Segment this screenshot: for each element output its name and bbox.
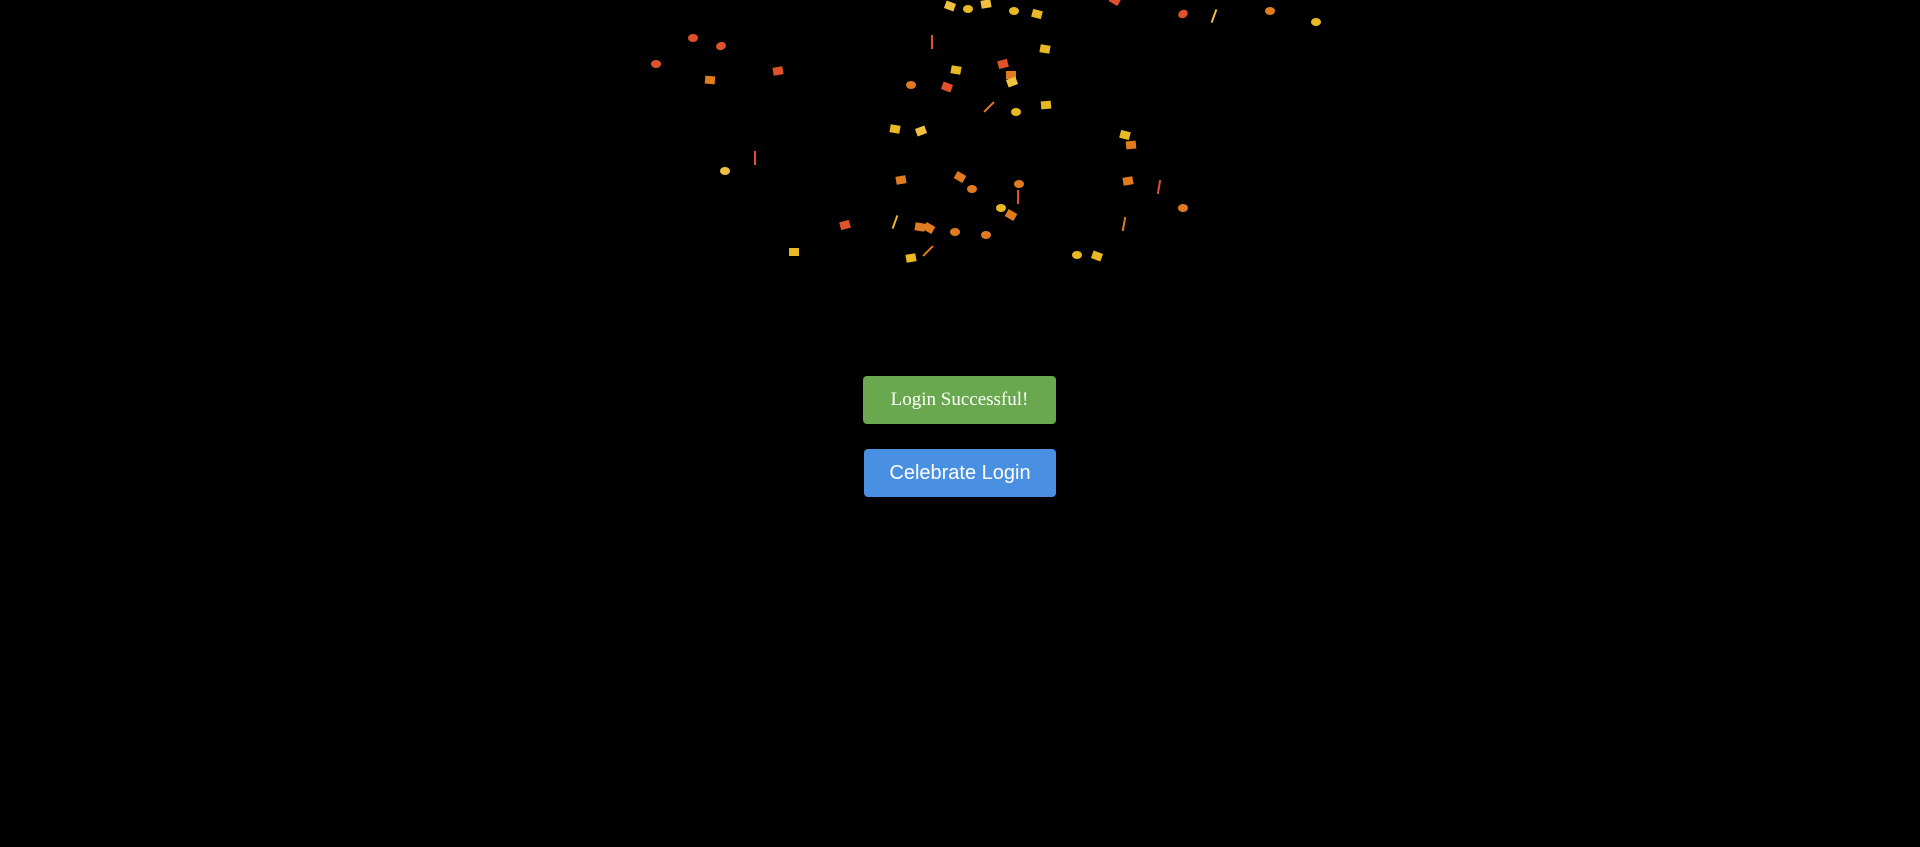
confetti-square [940,81,954,93]
confetti-dot [688,34,698,42]
confetti-square [1005,76,1019,88]
confetti-streamer [922,245,934,257]
confetti-dot [1014,180,1024,188]
confetti-square [953,171,967,183]
confetti-dot [1265,7,1275,15]
confetti-square [1031,8,1043,20]
confetti-dot [1011,108,1021,116]
confetti-dot [906,81,916,89]
confetti-square [1108,0,1122,6]
confetti-dot [1178,9,1188,19]
confetti-streamer [983,101,995,113]
confetti-square [914,222,926,232]
celebration-page: Login Successful! Celebrate Login [0,0,1920,847]
confetti-streamer [1121,216,1127,232]
confetti-square [980,0,992,9]
confetti-square [1119,129,1131,141]
confetti-square [905,253,917,263]
confetti-square [1004,209,1018,221]
confetti-square [772,66,784,76]
confetti-dot [1178,204,1188,212]
confetti-square [839,219,851,231]
confetti-dot [981,231,991,239]
confetti-streamer [931,35,933,49]
confetti-square [889,124,901,134]
confetti-streamer [1017,190,1019,204]
confetti-streamer [1210,9,1218,23]
confetti-square [997,58,1009,70]
confetti-square [950,65,962,75]
confetti-dot [651,60,661,68]
confetti-square [1122,176,1134,186]
confetti-square [943,0,957,12]
confetti-dot [716,41,726,51]
confetti-streamer [1156,179,1162,195]
confetti-dot [1311,18,1321,26]
confetti-dot [967,185,977,193]
confetti-square [704,75,716,85]
confetti-dot [996,204,1006,212]
login-success-banner: Login Successful! [863,376,1056,424]
confetti-square [1006,71,1016,79]
confetti-square [1125,140,1137,150]
confetti-dot [950,228,960,236]
confetti-square [1040,100,1052,110]
confetti-square [789,248,799,256]
confetti-square [922,222,936,234]
confetti-streamer [754,151,756,165]
confetti-square [1090,250,1104,262]
confetti-dot [720,167,730,175]
confetti-square [914,125,928,137]
confetti-streamer [891,215,899,229]
celebrate-login-button[interactable]: Celebrate Login [864,449,1056,497]
confetti-dot [1072,251,1082,259]
confetti-square [1039,44,1051,54]
confetti-dot [963,5,973,13]
confetti-dot [1009,7,1019,15]
confetti-square [895,175,907,185]
